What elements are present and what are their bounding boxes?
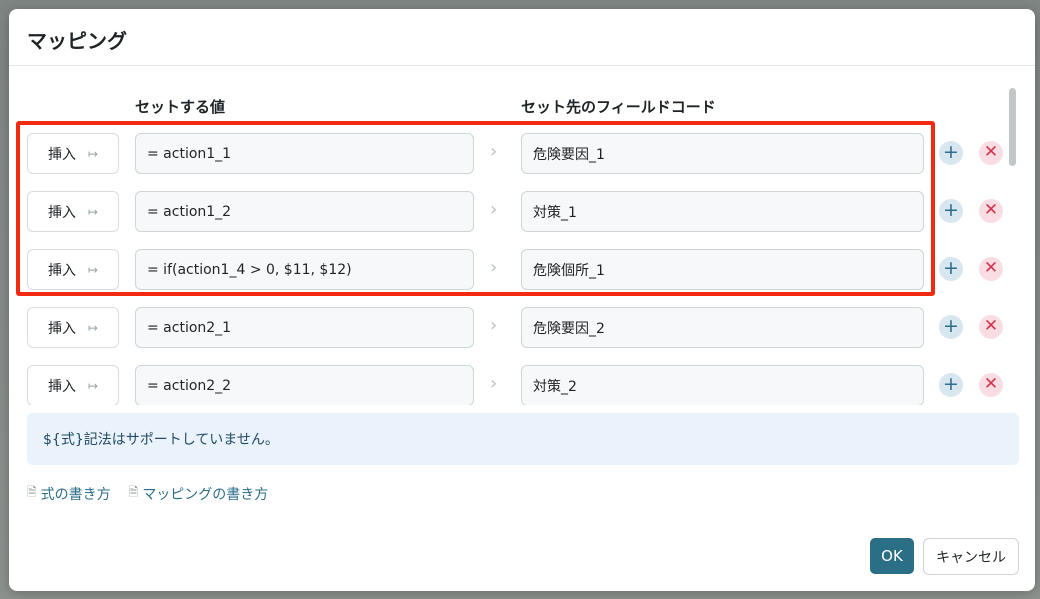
mapping-help-label: マッピングの書き方 [142,486,269,503]
mapping-row: 挿入 ↦ = action1_1 › 危険要因_1 + ✕ [9,123,1019,181]
plus-icon: + [943,257,959,279]
value-input[interactable]: = action1_2 [135,191,474,232]
insert-button[interactable]: 挿入 ↦ [27,133,119,174]
chevron-right-icon: › [490,373,498,394]
insert-button[interactable]: 挿入 ↦ [27,191,119,232]
mapping-row: 挿入 ↦ = action2_1 › 危険要因_2 + ✕ [9,297,1019,355]
formula-help-link[interactable]: 🗎 式の書き方 [27,483,111,504]
delete-row-button[interactable]: ✕ [979,257,1003,281]
target-field-input[interactable]: 危険個所_1 [521,249,924,290]
value-input[interactable]: = action2_2 [135,365,474,405]
delete-row-button[interactable]: ✕ [979,141,1003,165]
plus-icon: + [943,199,959,221]
insert-button[interactable]: 挿入 ↦ [27,307,119,348]
document-icon: 🗎 [128,485,139,499]
value-input[interactable]: = if(action1_4 > 0, $11, $12) [135,249,474,290]
ok-button[interactable]: OK [870,538,914,574]
mapping-row: 挿入 ↦ = if(action1_4 > 0, $11, $12) › 危険個… [9,239,1019,297]
chevron-right-icon: › [490,315,498,336]
mapping-rows: 挿入 ↦ = action1_1 › 危険要因_1 + ✕ 挿入 ↦ = act… [9,123,1019,405]
chevron-right-icon: › [490,141,498,162]
insert-arrow-icon: ↦ [87,320,99,335]
delete-row-button[interactable]: ✕ [979,373,1003,397]
insert-button[interactable]: 挿入 ↦ [27,365,119,405]
add-row-button[interactable]: + [939,315,963,339]
formula-help-label: 式の書き方 [40,486,111,503]
value-input[interactable]: = action1_1 [135,133,474,174]
delete-row-button[interactable]: ✕ [979,199,1003,223]
insert-arrow-icon: ↦ [87,204,99,219]
mapping-row: 挿入 ↦ = action2_2 › 対策_2 + ✕ [9,355,1019,405]
column-header-target: セット先のフィールドコード [521,98,716,116]
add-row-button[interactable]: + [939,257,963,281]
mapping-help-link[interactable]: 🗎 マッピングの書き方 [129,483,269,504]
insert-label: 挿入 [47,146,76,163]
target-field-input[interactable]: 対策_2 [521,365,924,405]
document-icon: 🗎 [27,485,37,499]
title-divider [9,65,1035,66]
plus-icon: + [943,315,959,337]
add-row-button[interactable]: + [939,141,963,165]
add-row-button[interactable]: + [939,373,963,397]
add-row-button[interactable]: + [939,199,963,223]
close-icon: ✕ [983,374,999,394]
scrollbar-thumb[interactable] [1009,88,1016,166]
close-icon: ✕ [983,258,999,278]
close-icon: ✕ [983,316,999,336]
insert-arrow-icon: ↦ [87,146,99,161]
plus-icon: + [943,141,959,163]
insert-label: 挿入 [47,378,76,395]
delete-row-button[interactable]: ✕ [979,315,1003,339]
plus-icon: + [943,373,959,395]
chevron-right-icon: › [490,257,498,278]
target-field-input[interactable]: 危険要因_1 [521,133,924,174]
target-field-input[interactable]: 対策_1 [521,191,924,232]
dialog-title: マッピング [27,29,127,53]
column-header-value: セットする値 [135,98,226,116]
insert-label: 挿入 [47,320,76,337]
target-field-input[interactable]: 危険要因_2 [521,307,924,348]
mapping-dialog: マッピング セットする値 セット先のフィールドコード 挿入 ↦ = action… [9,9,1035,591]
chevron-right-icon: › [490,199,498,220]
close-icon: ✕ [983,142,999,162]
insert-arrow-icon: ↦ [87,378,99,393]
value-input[interactable]: = action2_1 [135,307,474,348]
close-icon: ✕ [983,200,999,220]
insert-arrow-icon: ↦ [87,262,99,277]
insert-button[interactable]: 挿入 ↦ [27,249,119,290]
mapping-row: 挿入 ↦ = action1_2 › 対策_1 + ✕ [9,181,1019,239]
notice-banner: ${式}記法はサポートしていません。 [27,413,1019,465]
insert-label: 挿入 [47,204,76,221]
insert-label: 挿入 [47,262,76,279]
help-links: 🗎 式の書き方 🗎 マッピングの書き方 [27,483,268,504]
cancel-button[interactable]: キャンセル [923,538,1019,575]
